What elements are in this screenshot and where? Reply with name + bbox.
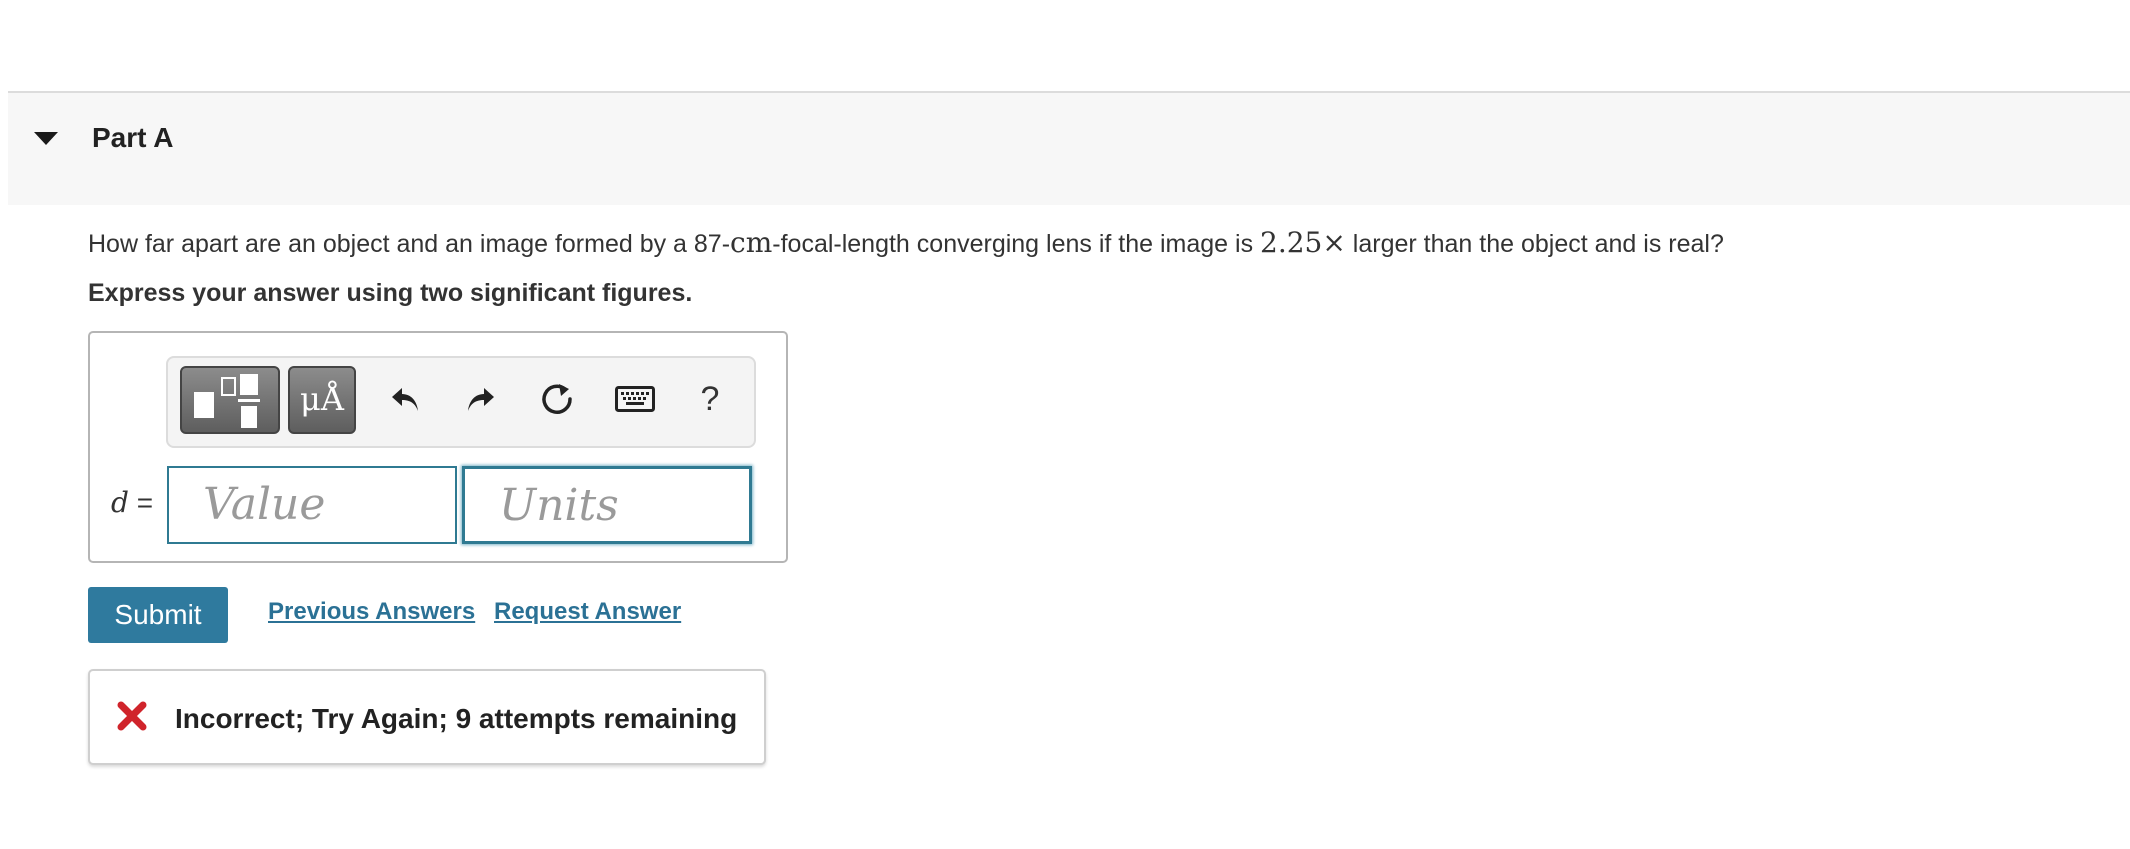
fraction-template-button[interactable] (180, 366, 280, 434)
redo-button[interactable] (460, 378, 500, 420)
value-input[interactable]: Value (167, 466, 457, 544)
previous-answers-link[interactable]: Previous Answers (268, 598, 475, 626)
variable-name: d (111, 486, 129, 519)
reset-button[interactable] (537, 378, 577, 420)
question-text-3: larger than the object and is real? (1345, 230, 1724, 258)
undo-button[interactable] (386, 378, 426, 420)
redo-icon (468, 388, 494, 411)
question-text: How far apart are an object and an image… (88, 226, 1724, 259)
units-template-icon: μÅ (300, 380, 344, 418)
instruction-text: Express your answer using two significan… (88, 279, 693, 307)
magnification: 2.25× (1260, 226, 1346, 259)
units-input[interactable]: Units (462, 466, 752, 544)
page: Part A How far apart are an object and a… (0, 0, 2130, 849)
request-answer-link[interactable]: Request Answer (494, 598, 681, 626)
keyboard-button[interactable] (614, 378, 656, 420)
help-button[interactable]: ? (690, 378, 730, 420)
question-text-1: How far apart are an object and an image… (88, 230, 731, 258)
undo-icon (392, 388, 418, 411)
question-text-2: -focal-length converging lens if the ima… (772, 230, 1261, 258)
caret-down-icon[interactable] (34, 132, 58, 145)
answer-variable-label: d = (111, 486, 153, 519)
part-header[interactable] (8, 93, 2130, 205)
equals-sign: = (136, 487, 154, 518)
units-template-button[interactable]: μÅ (288, 366, 356, 434)
help-icon: ? (700, 379, 720, 418)
feedback-message: Incorrect; Try Again; 9 attempts remaini… (175, 703, 738, 734)
fraction-template-icon (194, 374, 260, 428)
keyboard-icon (615, 386, 655, 412)
submit-button[interactable]: Submit (88, 587, 228, 643)
unit-cm: cm (730, 226, 773, 259)
incorrect-x-icon (117, 701, 147, 731)
part-title: Part A (92, 122, 174, 153)
reset-icon (542, 384, 572, 414)
